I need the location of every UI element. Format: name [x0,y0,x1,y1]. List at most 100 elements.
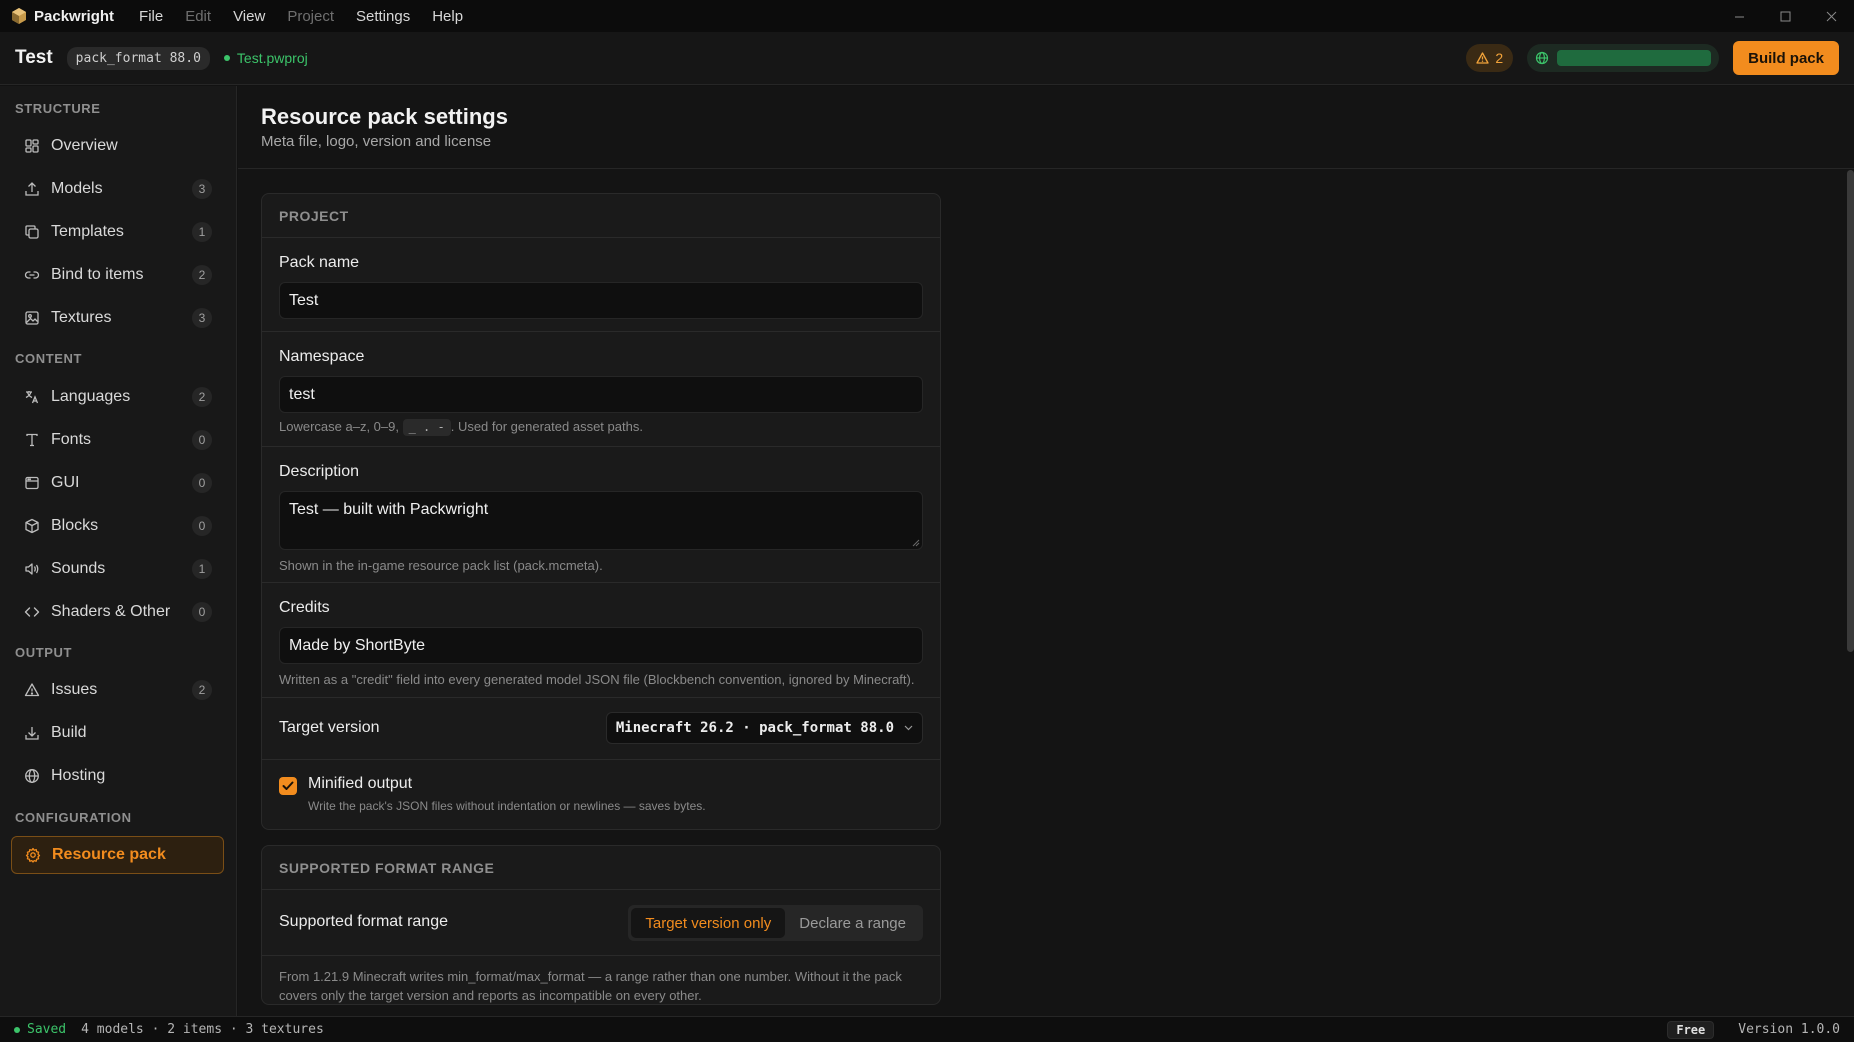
target-version-select[interactable]: Minecraft 26.2 · pack_format 88.0 [605,712,923,744]
credits-field: Credits Made by ShortByte Written as a "… [262,583,940,698]
project-header: Test pack_format 88.0 Test.pwproj 2 Buil… [0,32,1854,85]
sidebar-item-gui[interactable]: GUI 0 [11,464,224,502]
close-icon [1826,11,1836,21]
menu-edit[interactable]: Edit [185,8,211,25]
sidebar-item-label: Shaders & Other [51,603,171,620]
description-field: Description Test — built with Packwright… [262,447,940,583]
menu-project[interactable]: Project [287,8,334,25]
sidebar-item-label: Blocks [51,517,99,534]
sidebar-item-label: Sounds [51,560,106,577]
upload-box-icon [23,180,41,198]
maximize-button[interactable] [1762,0,1808,32]
sidebar-item-shaders-other[interactable]: Shaders & Other 0 [11,593,224,631]
sidebar-item-label: Templates [51,223,124,240]
warning-icon [1476,52,1489,64]
sidebar-item-issues[interactable]: Issues 2 [11,671,224,709]
select-value: Minecraft 26.2 · pack_format 88.0 [615,720,894,736]
credits-input[interactable]: Made by ShortByte [279,627,923,664]
option-declare-range[interactable]: Declare a range [785,908,920,938]
namespace-field: Namespace test Lowercase a–z, 0–9, _ . -… [262,332,940,447]
hosting-status[interactable] [1527,44,1720,72]
count-badge: 3 [192,308,212,328]
description-textarea[interactable]: Test — built with Packwright [279,491,923,550]
sidebar-item-resource-pack[interactable]: Resource pack [11,836,224,874]
credits-hint: Written as a "credit" field into every g… [279,672,915,687]
project-file-name: Test.pwproj [236,50,308,66]
image-icon [23,309,41,327]
option-target-version-only[interactable]: Target version only [631,908,786,938]
build-pack-button[interactable]: Build pack [1733,41,1839,75]
sidebar-item-blocks[interactable]: Blocks 0 [11,507,224,545]
sidebar-item-hosting[interactable]: Hosting [11,757,224,795]
field-label: Target version [279,719,380,736]
menu-settings[interactable]: Settings [356,8,410,25]
page-title: Resource pack settings [261,104,508,129]
window-icon [23,474,41,492]
globe-icon [23,767,41,785]
section-configuration: CONFIGURATION [15,810,132,825]
sidebar-item-label: Textures [51,309,112,326]
project-name: Test [15,47,53,68]
sidebar-item-models[interactable]: Models 3 [11,170,224,208]
sidebar-item-sounds[interactable]: Sounds 1 [11,550,224,588]
count-badge: 0 [192,602,212,622]
scrollbar-thumb[interactable] [1847,170,1854,652]
target-version-field: Target version Minecraft 26.2 · pack_for… [262,698,940,760]
project-summary: 4 models · 2 items · 3 textures [81,1022,324,1037]
header-actions: 2 Build pack [1466,41,1839,75]
section-output: OUTPUT [15,645,73,660]
field-label: Namespace [279,348,365,365]
count-badge: 0 [192,473,212,493]
hosting-progress-bar [1557,50,1712,66]
close-button[interactable] [1808,0,1854,32]
hint-text: . Used for generated asset paths. [450,419,643,434]
menu-view[interactable]: View [233,8,265,25]
sidebar-item-overview[interactable]: Overview [11,127,224,165]
count-badge: 1 [192,222,212,242]
format-range-card: SUPPORTED FORMAT RANGE Supported format … [261,845,941,1005]
link-icon [23,266,41,284]
sidebar-item-label: Resource pack [52,846,166,863]
field-label: Supported format range [279,913,448,930]
sidebar-item-bind-to-items[interactable]: Bind to items 2 [11,256,224,294]
count-badge: 3 [192,179,212,199]
minified-label[interactable]: Minified output [308,775,412,793]
app-version: Version 1.0.0 [1738,1022,1840,1037]
minimize-button[interactable] [1716,0,1762,32]
pack-name-input[interactable]: Test [279,282,923,319]
download-icon [23,724,41,742]
sidebar-item-textures[interactable]: Textures 3 [11,299,224,337]
chevron-down-icon [904,725,913,731]
translate-icon [23,388,41,406]
project-file-status[interactable]: Test.pwproj [223,50,308,66]
field-label: Pack name [279,254,360,271]
resize-handle-icon[interactable] [912,539,920,547]
saved-dot-icon [14,1026,20,1033]
minified-checkbox[interactable] [279,777,297,795]
namespace-input[interactable]: test [279,376,923,413]
warnings-badge[interactable]: 2 [1466,44,1514,72]
sidebar-item-fonts[interactable]: Fonts 0 [11,421,224,459]
sidebar-item-label: Hosting [51,767,106,784]
minified-field: Minified output Write the pack's JSON fi… [262,760,940,829]
sidebar-item-templates[interactable]: Templates 1 [11,213,224,251]
sidebar-item-languages[interactable]: Languages 2 [11,378,224,416]
count-badge: 2 [192,387,212,407]
hint-text: Lowercase a–z, 0–9, [279,419,399,434]
saved-label: Saved [27,1022,67,1037]
sidebar: STRUCTURE Overview Models 3 Templates 1 … [0,86,237,1016]
menu-file[interactable]: File [139,8,163,25]
sidebar-item-label: Languages [51,388,131,405]
sidebar-item-label: Issues [51,681,98,698]
saved-dot-icon [223,55,230,61]
description-value: Test — built with Packwright [289,501,489,518]
page-header: Resource pack settings Meta file, logo, … [238,86,1854,169]
card-header: SUPPORTED FORMAT RANGE [262,846,940,890]
menu-help[interactable]: Help [432,8,463,25]
code-icon [23,603,41,621]
sidebar-item-build[interactable]: Build [11,714,224,752]
pack-format-badge: pack_format 88.0 [66,46,210,70]
project-card: PROJECT Pack name Test Namespace test Lo… [261,193,941,830]
maximize-icon [1780,11,1790,21]
count-badge: 0 [192,516,212,536]
